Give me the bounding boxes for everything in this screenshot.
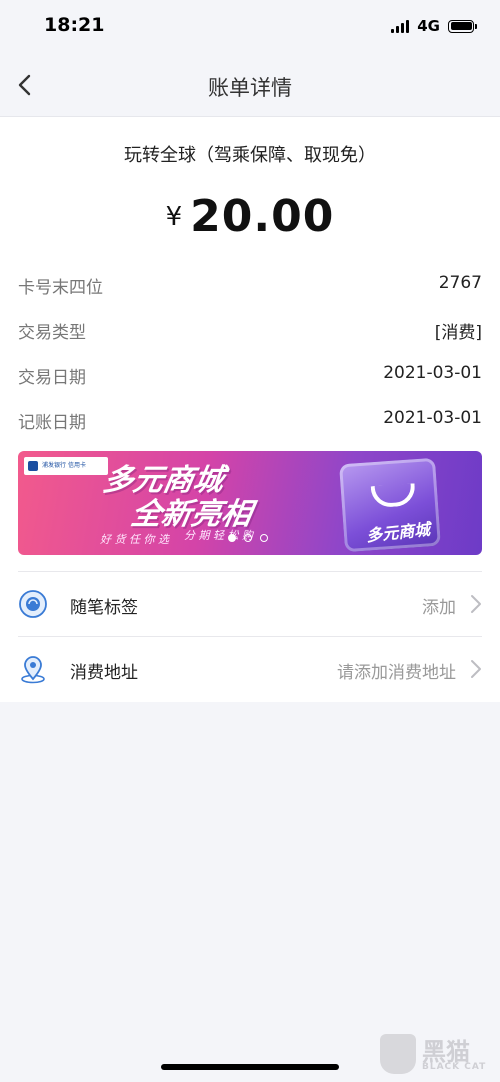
banner-dot-1[interactable] bbox=[228, 534, 236, 542]
promo-banner[interactable]: 浦发银行 信用卡 多元商城 全新亮相 好 货 任 你 选 分 期 轻 松 购 多… bbox=[18, 451, 482, 555]
memo-tag-add[interactable]: 添加 bbox=[422, 593, 456, 618]
card-last-four-value: 2767 bbox=[438, 273, 482, 293]
status-bar: 18:21 4G bbox=[0, 0, 500, 56]
nav-bar: 账单详情 bbox=[0, 56, 500, 117]
chevron-right-icon bbox=[471, 660, 481, 678]
cat-logo-icon bbox=[380, 1034, 416, 1074]
memo-tag-row[interactable]: 随笔标签 添加 bbox=[0, 572, 500, 636]
currency-symbol: ¥ bbox=[165, 202, 183, 232]
page-title: 账单详情 bbox=[208, 76, 292, 100]
bank-logo: 浦发银行 信用卡 bbox=[24, 457, 108, 475]
transaction-date-value: 2021-03-01 bbox=[383, 363, 482, 383]
status-indicators: 4G bbox=[391, 17, 477, 35]
card-last-four-label: 卡号末四位 bbox=[18, 278, 103, 298]
transaction-date-label: 交易日期 bbox=[18, 368, 86, 388]
status-time: 18:21 bbox=[44, 14, 105, 36]
spending-location-placeholder[interactable]: 请添加消费地址 bbox=[337, 658, 456, 683]
spending-location-label: 消费地址 bbox=[70, 663, 138, 683]
transaction-type-label: 交易类型 bbox=[18, 323, 86, 343]
bank-logo-name: 浦发银行 bbox=[42, 461, 67, 469]
network-type: 4G bbox=[417, 17, 440, 35]
location-pin-icon bbox=[21, 656, 45, 684]
transaction-type-value: [消费] bbox=[434, 323, 482, 343]
posting-date-label: 记账日期 bbox=[18, 413, 86, 433]
banner-subtitle-1: 好 货 任 你 选 bbox=[100, 533, 169, 546]
transaction-type-row: 交易类型 [消费] bbox=[18, 318, 482, 348]
home-indicator[interactable] bbox=[161, 1064, 339, 1070]
bank-logo-text: 浦发银行 信用卡 bbox=[42, 461, 86, 470]
banner-pagination bbox=[228, 534, 268, 542]
posting-date-value: 2021-03-01 bbox=[383, 408, 482, 428]
bank-logo-mark bbox=[28, 461, 38, 471]
posting-date-row: 记账日期 2021-03-01 bbox=[18, 408, 482, 438]
card-last-four-row: 卡号末四位 2767 bbox=[18, 273, 482, 303]
chevron-right-icon bbox=[471, 595, 481, 613]
transaction-amount: ¥20.00 bbox=[0, 191, 500, 242]
merchant-name: 玩转全球（驾乘保障、取现免） bbox=[124, 145, 376, 166]
transaction-date-row: 交易日期 2021-03-01 bbox=[18, 363, 482, 393]
memo-tag-label: 随笔标签 bbox=[70, 598, 138, 618]
bank-logo-product: 信用卡 bbox=[67, 461, 86, 469]
bill-detail-card: 玩转全球（驾乘保障、取现免） ¥20.00 卡号末四位 2767 交易类型 [消… bbox=[0, 117, 500, 702]
watermark: 黑猫 BLACK CAT bbox=[380, 1030, 490, 1078]
tag-icon bbox=[19, 590, 47, 618]
battery-icon bbox=[448, 19, 477, 33]
banner-dot-2[interactable] bbox=[244, 534, 252, 542]
banner-dot-3[interactable] bbox=[260, 534, 268, 542]
spending-location-row[interactable]: 消费地址 请添加消费地址 bbox=[0, 637, 500, 701]
cellular-signal-icon bbox=[391, 19, 410, 33]
amount-value: 20.00 bbox=[190, 191, 335, 242]
watermark-sub-text: BLACK CAT bbox=[422, 1062, 487, 1072]
